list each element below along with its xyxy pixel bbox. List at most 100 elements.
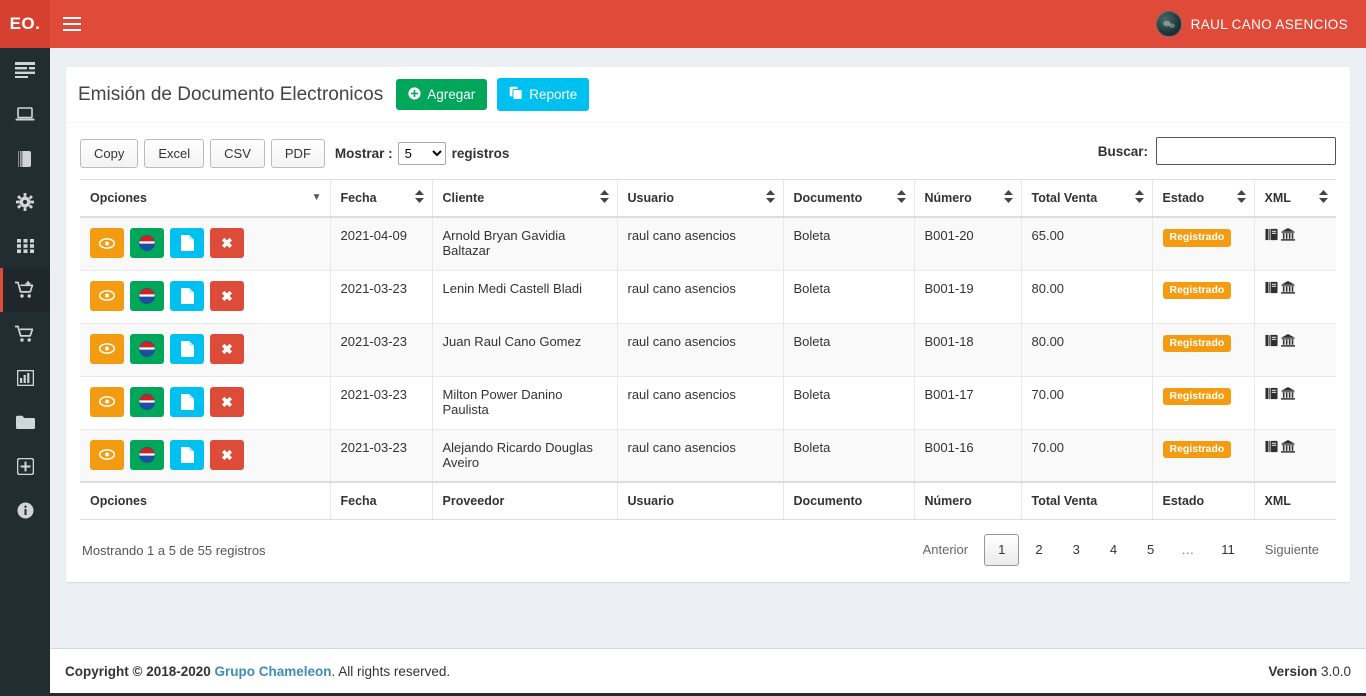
hamburger-icon[interactable]	[50, 0, 94, 48]
column-header-opciones[interactable]: Opciones ▼	[80, 179, 331, 218]
sunat-icon	[138, 234, 156, 252]
cell-numero: B001-18	[914, 323, 1022, 377]
pagination-page-3[interactable]: 3	[1059, 534, 1094, 567]
table-footer: Mostrando 1 a 5 de 55 registros Anterior…	[80, 520, 1336, 568]
sidebar-item-book[interactable]	[0, 136, 50, 180]
delete-button[interactable]: ✖	[210, 439, 244, 470]
documents-table: Opciones ▼ Fecha Cliente Usuario Documento Núm…	[80, 179, 1336, 520]
pagination-previous[interactable]: Anterior	[909, 534, 983, 567]
sunat-button[interactable]	[130, 333, 164, 364]
add-button[interactable]: Agregar	[396, 78, 488, 111]
view-button[interactable]	[90, 228, 124, 258]
sunat-button[interactable]	[130, 228, 164, 258]
column-header-documento[interactable]: Documento	[783, 179, 915, 218]
search-area: Buscar:	[1098, 137, 1336, 165]
column-header-total-venta[interactable]: Total Venta	[1021, 179, 1153, 218]
pagination-next[interactable]: Siguiente	[1251, 534, 1333, 567]
file-button[interactable]	[170, 228, 204, 258]
sidebar-item-sales[interactable]	[0, 268, 50, 312]
xml-bank-icon[interactable]	[1280, 386, 1295, 400]
export-excel-button[interactable]: Excel	[144, 138, 205, 168]
cell-cliente: Arnold Bryan Gavidia Baltazar	[432, 217, 618, 271]
column-header-número[interactable]: Número	[914, 179, 1022, 218]
file-button[interactable]	[170, 386, 204, 417]
search-input[interactable]	[1156, 137, 1336, 165]
column-header-estado[interactable]: Estado	[1152, 179, 1255, 218]
view-button[interactable]	[90, 439, 124, 470]
eye-icon	[99, 237, 115, 249]
cell-fecha: 2021-03-23	[330, 270, 433, 324]
table-foot: Opciones Fecha Proveedor Usuario Documento Nú…	[80, 481, 1336, 520]
view-button[interactable]	[90, 333, 124, 364]
xml-actions	[1264, 333, 1295, 347]
column-header-usuario[interactable]: Usuario	[617, 179, 784, 218]
file-button[interactable]	[170, 439, 204, 470]
column-header-label: Documento	[793, 191, 863, 205]
sidebar-item-info[interactable]	[0, 488, 50, 532]
cart-plus-icon	[15, 281, 35, 299]
user-menu[interactable]: RAUL CANO ASENCIOS	[1146, 0, 1366, 48]
sunat-button[interactable]	[130, 439, 164, 470]
sidebar-item-list[interactable]	[0, 48, 50, 92]
column-header-xml[interactable]: XML	[1254, 179, 1336, 218]
sidebar-item-purchases[interactable]	[0, 312, 50, 356]
xml-copy-icon[interactable]	[1264, 387, 1278, 400]
report-button[interactable]: Reporte	[497, 78, 590, 111]
delete-button[interactable]: ✖	[210, 333, 244, 364]
eye-icon	[99, 396, 115, 407]
sidebar-item-reports[interactable]	[0, 356, 50, 400]
cell-estado: Registrado	[1152, 270, 1255, 324]
xml-bank-icon[interactable]	[1280, 333, 1295, 347]
sidebar-item-laptop[interactable]	[0, 92, 50, 136]
view-button[interactable]	[90, 386, 124, 417]
row-actions-cell: ✖	[80, 376, 331, 430]
sidebar-item-add[interactable]	[0, 444, 50, 488]
xml-bank-icon[interactable]	[1280, 439, 1295, 453]
sidebar-item-apps[interactable]	[0, 224, 50, 268]
cell-total-venta: 70.00	[1021, 429, 1153, 483]
copyright-suffix: . All rights reserved.	[331, 663, 451, 679]
company-link[interactable]: Grupo Chameleon	[215, 664, 332, 679]
column-header-label: Número	[924, 191, 972, 205]
pagination-page-5[interactable]: 5	[1133, 534, 1168, 567]
top-navbar: EO. RAUL CANO ASENCIOS	[0, 0, 1366, 48]
brand-logo[interactable]: EO.	[0, 0, 50, 48]
sunat-button[interactable]	[130, 280, 164, 311]
sort-both-icon	[1134, 190, 1144, 206]
folder-icon	[15, 415, 35, 430]
cell-numero: B001-17	[914, 376, 1022, 430]
file-icon	[180, 393, 194, 410]
page-length-select[interactable]: 5102550100	[397, 141, 446, 165]
table-body: ✖ 2021-04-09 Arnold Bryan Gavidia Baltazar…	[80, 217, 1336, 483]
export-copy-button[interactable]: Copy	[80, 138, 139, 168]
xml-copy-icon[interactable]	[1264, 334, 1278, 347]
delete-button[interactable]: ✖	[210, 386, 244, 417]
sidebar-item-files[interactable]	[0, 400, 50, 444]
xml-copy-icon[interactable]	[1264, 228, 1278, 241]
export-pdf-button[interactable]: PDF	[270, 138, 325, 168]
pagination-page-4[interactable]: 4	[1096, 534, 1131, 567]
file-button[interactable]	[170, 280, 204, 311]
cell-total-venta: 80.00	[1021, 270, 1153, 324]
column-header-fecha[interactable]: Fecha	[330, 179, 433, 218]
xml-copy-icon[interactable]	[1264, 281, 1278, 294]
delete-button[interactable]: ✖	[210, 228, 244, 258]
file-button[interactable]	[170, 333, 204, 364]
status-badge: Registrado	[1162, 387, 1232, 406]
delete-button[interactable]: ✖	[210, 280, 244, 311]
cell-cliente: Milton Power Danino Paulista	[432, 376, 618, 430]
pagination-page-2[interactable]: 2	[1021, 534, 1056, 567]
pagination-page-11[interactable]: 11	[1207, 534, 1249, 567]
export-csv-button[interactable]: CSV	[210, 138, 265, 168]
pagination-page-1[interactable]: 1	[984, 533, 1020, 567]
xml-copy-icon[interactable]	[1264, 440, 1278, 453]
laptop-icon	[15, 106, 35, 122]
cell-cliente: Lenin Medi Castell Bladi	[432, 270, 618, 324]
table-controls: CopyExcelCSVPDF Mostrar : 5102550100 reg…	[80, 133, 1336, 173]
view-button[interactable]	[90, 280, 124, 311]
xml-bank-icon[interactable]	[1280, 228, 1295, 241]
column-header-cliente[interactable]: Cliente	[432, 179, 618, 218]
xml-bank-icon[interactable]	[1280, 280, 1295, 294]
sunat-button[interactable]	[130, 386, 164, 417]
sidebar-item-settings[interactable]	[0, 180, 50, 224]
